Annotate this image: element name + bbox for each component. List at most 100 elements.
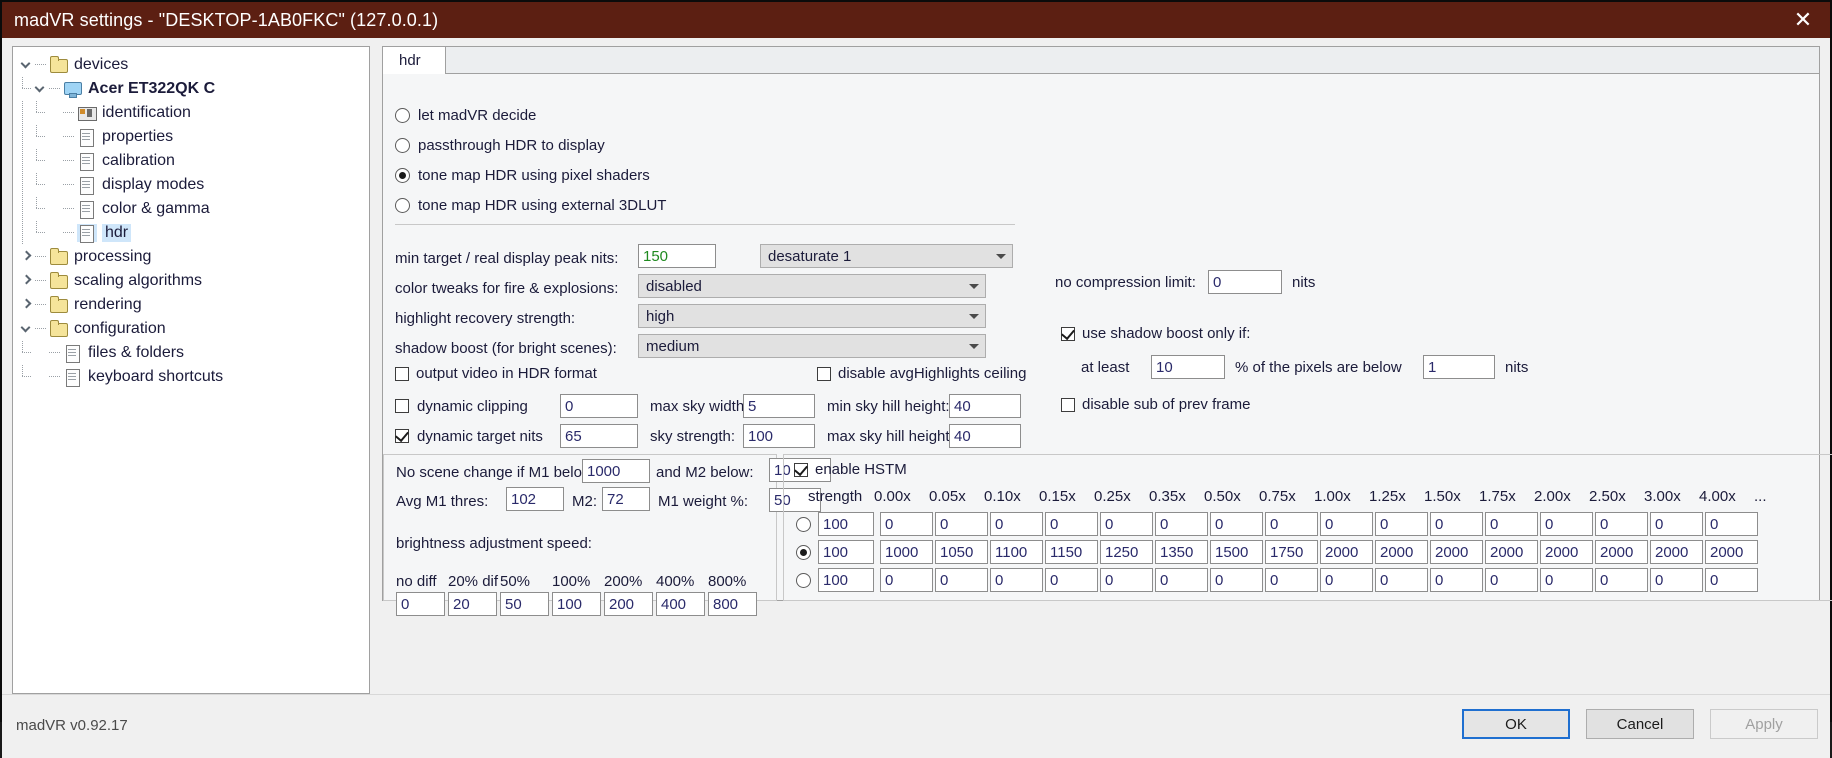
highlight-recovery-combo[interactable]: high <box>638 304 986 328</box>
hstm-value-input[interactable] <box>1540 568 1593 592</box>
hstm-value-input[interactable] <box>1595 568 1648 592</box>
hstm-value-input[interactable] <box>1210 540 1263 564</box>
hstm-value-input[interactable] <box>1705 540 1758 564</box>
radio-button[interactable] <box>395 137 410 153</box>
hstm-strength-input[interactable] <box>818 540 874 564</box>
hstm-value-input[interactable] <box>1320 540 1373 564</box>
speed-value-input[interactable] <box>656 592 705 616</box>
sky-strength-input[interactable] <box>743 424 815 448</box>
radio-button[interactable] <box>395 167 410 183</box>
hstm-value-input[interactable] <box>1045 512 1098 536</box>
desaturate-combo[interactable]: desaturate 1 <box>760 244 1013 268</box>
hdr-mode-option-2[interactable]: tone map HDR using pixel shaders <box>395 160 666 190</box>
speed-value-input[interactable] <box>396 592 445 616</box>
use-shadow-boost-checkbox[interactable] <box>1061 326 1075 341</box>
m1-below-input[interactable] <box>582 459 650 483</box>
hstm-value-input[interactable] <box>1430 568 1483 592</box>
at-least-input[interactable] <box>1151 355 1225 379</box>
sidebar-item-configuration[interactable]: configuration <box>13 317 369 341</box>
hstm-value-input[interactable] <box>880 568 933 592</box>
hstm-value-input[interactable] <box>935 540 988 564</box>
hstm-value-input[interactable] <box>1320 568 1373 592</box>
speed-value-input[interactable] <box>604 592 653 616</box>
chevron-right-icon[interactable] <box>17 250 35 264</box>
ok-button[interactable]: OK <box>1462 709 1570 739</box>
hdr-mode-option-0[interactable]: let madVR decide <box>395 100 666 130</box>
hstm-value-input[interactable] <box>1265 540 1318 564</box>
dynamic-target-input[interactable] <box>560 424 638 448</box>
sidebar-item-scaling-algorithms[interactable]: scaling algorithms <box>13 269 369 293</box>
hstm-value-input[interactable] <box>1100 512 1153 536</box>
hstm-row-radio[interactable] <box>796 572 811 588</box>
sidebar-item-devices[interactable]: devices <box>13 53 369 77</box>
hstm-value-input[interactable] <box>1100 568 1153 592</box>
sidebar-item-display-modes[interactable]: display modes <box>13 173 369 197</box>
chevron-down-icon[interactable] <box>31 82 49 96</box>
hstm-value-input[interactable] <box>880 512 933 536</box>
shadow-boost-combo[interactable]: medium <box>638 334 986 358</box>
radio-button[interactable] <box>395 197 410 213</box>
hstm-value-input[interactable] <box>1375 512 1428 536</box>
close-icon[interactable]: ✕ <box>1776 2 1830 38</box>
hstm-value-input[interactable] <box>1485 568 1538 592</box>
hdr-mode-option-1[interactable]: passthrough HDR to display <box>395 130 666 160</box>
hstm-value-input[interactable] <box>990 568 1043 592</box>
hstm-value-input[interactable] <box>1650 512 1703 536</box>
disable-sub-prev-frame-checkbox[interactable] <box>1061 397 1075 412</box>
sidebar-item-properties[interactable]: properties <box>13 125 369 149</box>
hstm-value-input[interactable] <box>1705 512 1758 536</box>
disable-avg-highlights-row[interactable]: disable avgHighlights ceiling <box>817 365 1026 382</box>
max-sky-hill-input[interactable] <box>949 424 1021 448</box>
hstm-value-input[interactable] <box>1485 512 1538 536</box>
m2-input[interactable] <box>602 487 650 511</box>
hdr-mode-option-3[interactable]: tone map HDR using external 3DLUT <box>395 190 666 220</box>
pixels-below-input[interactable] <box>1423 355 1495 379</box>
sidebar-item-keyboard-shortcuts[interactable]: keyboard shortcuts <box>13 365 369 389</box>
min-target-input[interactable] <box>638 244 716 268</box>
hstm-value-input[interactable] <box>1540 512 1593 536</box>
hstm-value-input[interactable] <box>880 540 933 564</box>
hstm-value-input[interactable] <box>1430 512 1483 536</box>
hstm-value-input[interactable] <box>990 512 1043 536</box>
hstm-value-input[interactable] <box>1650 540 1703 564</box>
chevron-right-icon[interactable] <box>17 274 35 288</box>
hstm-value-input[interactable] <box>1155 568 1208 592</box>
output-hdr-row[interactable]: output video in HDR format <box>395 365 597 382</box>
hstm-value-input[interactable] <box>935 512 988 536</box>
hstm-strength-input[interactable] <box>818 512 874 536</box>
hstm-value-input[interactable] <box>990 540 1043 564</box>
hstm-value-input[interactable] <box>1595 512 1648 536</box>
use-shadow-boost-row[interactable]: use shadow boost only if: <box>1061 325 1250 342</box>
hstm-value-input[interactable] <box>1210 512 1263 536</box>
speed-value-input[interactable] <box>448 592 497 616</box>
hstm-value-input[interactable] <box>1705 568 1758 592</box>
hstm-value-input[interactable] <box>1485 540 1538 564</box>
hstm-value-input[interactable] <box>1430 540 1483 564</box>
dynamic-clipping-input[interactable] <box>560 394 638 418</box>
sidebar-item-rendering[interactable]: rendering <box>13 293 369 317</box>
hstm-value-input[interactable] <box>1650 568 1703 592</box>
hstm-value-input[interactable] <box>1100 540 1153 564</box>
chevron-right-icon[interactable] <box>17 298 35 312</box>
enable-hstm-checkbox[interactable] <box>794 462 808 477</box>
disable-avg-highlights-checkbox[interactable] <box>817 366 831 381</box>
hstm-value-input[interactable] <box>1210 568 1263 592</box>
settings-tree[interactable]: devices Acer ET322QK C identification prope… <box>12 46 370 694</box>
hstm-row-radio[interactable] <box>796 544 811 560</box>
hstm-value-input[interactable] <box>1540 540 1593 564</box>
enable-hstm-row[interactable]: enable HSTM <box>794 461 907 478</box>
hstm-value-input[interactable] <box>1265 512 1318 536</box>
hstm-value-input[interactable] <box>1375 540 1428 564</box>
output-hdr-checkbox[interactable] <box>395 366 409 381</box>
sidebar-item-color-gamma[interactable]: color & gamma <box>13 197 369 221</box>
sidebar-item-identification[interactable]: identification <box>13 101 369 125</box>
sidebar-item-acer-et322qk-c[interactable]: Acer ET322QK C <box>13 77 369 101</box>
tab-hdr[interactable]: hdr <box>382 46 446 74</box>
no-compression-input[interactable] <box>1208 270 1282 294</box>
speed-value-input[interactable] <box>552 592 601 616</box>
dynamic-target-checkbox[interactable] <box>395 429 409 443</box>
hstm-value-input[interactable] <box>1595 540 1648 564</box>
hstm-value-input[interactable] <box>1320 512 1373 536</box>
hstm-value-input[interactable] <box>935 568 988 592</box>
cancel-button[interactable]: Cancel <box>1586 709 1694 739</box>
